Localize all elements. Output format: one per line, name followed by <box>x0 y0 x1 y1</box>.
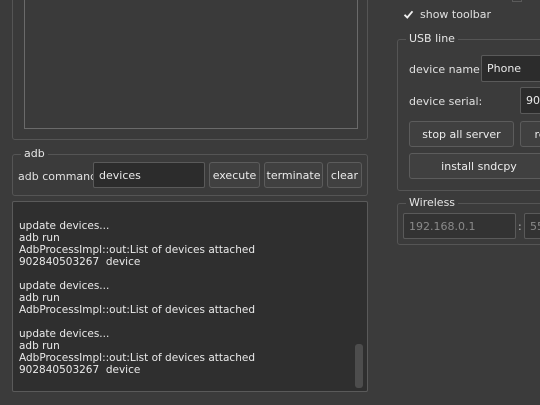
adb-command-label: adb command: <box>18 170 101 183</box>
video-panel <box>12 0 368 140</box>
log-line: 902840503267 device <box>19 364 141 376</box>
log-line: AdbProcessImpl::out:List of devices atta… <box>19 352 255 364</box>
wireless-port-input[interactable]: 55 <box>524 213 540 239</box>
execute-button[interactable]: execute <box>209 162 260 188</box>
device-name-field[interactable]: Phone <box>481 55 540 82</box>
checkbox-box[interactable] <box>403 9 414 20</box>
show-toolbar-checkbox[interactable]: show toolbar <box>403 8 491 21</box>
adb-group: adb adb command: devices execute termina… <box>12 147 368 196</box>
usb-group-legend: USB line <box>406 32 458 45</box>
option-checkbox-clipped[interactable] <box>512 0 522 2</box>
terminate-button[interactable]: terminate <box>264 162 323 188</box>
device-serial-label: device serial: <box>409 95 483 108</box>
log-line: adb run <box>19 232 60 244</box>
log-line: update devices... <box>19 220 110 232</box>
wireless-ip-input[interactable]: 192.168.0.1 <box>403 213 516 239</box>
wireless-group-legend: Wireless <box>406 196 459 209</box>
log-scrollbar[interactable] <box>354 206 364 388</box>
usb-group: USB line device name: Phone device seria… <box>397 32 540 191</box>
wireless-group: Wireless 192.168.0.1 : 55 <box>397 196 540 245</box>
log-line: update devices... <box>19 280 110 292</box>
log-line: 902840503267 device <box>19 256 141 268</box>
clear-button[interactable]: clear <box>327 162 362 188</box>
video-area <box>24 0 358 129</box>
log-line: update devices... <box>19 328 110 340</box>
device-name-label: device name: <box>409 63 484 76</box>
log-line: adb run <box>19 292 60 304</box>
device-serial-select[interactable]: 902 <box>520 87 540 114</box>
log-text: update devices... adb run AdbProcessImpl::… <box>19 220 255 376</box>
log-output[interactable]: update devices... adb run AdbProcessImpl::… <box>12 201 368 392</box>
ip-port-separator: : <box>518 220 522 233</box>
show-toolbar-label: show toolbar <box>420 8 492 21</box>
log-line: AdbProcessImpl::out:List of devices atta… <box>19 304 255 316</box>
install-sndcpy-button[interactable]: install sndcpy <box>409 153 540 179</box>
log-line: AdbProcessImpl::out:List of devices atta… <box>19 244 255 256</box>
re-button[interactable]: re <box>520 121 540 147</box>
adb-group-legend: adb <box>21 147 48 160</box>
stop-all-server-button[interactable]: stop all server <box>409 121 514 147</box>
log-line: adb run <box>19 340 60 352</box>
checkmark-icon <box>403 10 414 19</box>
adb-command-input[interactable]: devices <box>93 162 205 188</box>
log-scrollbar-handle[interactable] <box>355 344 363 388</box>
